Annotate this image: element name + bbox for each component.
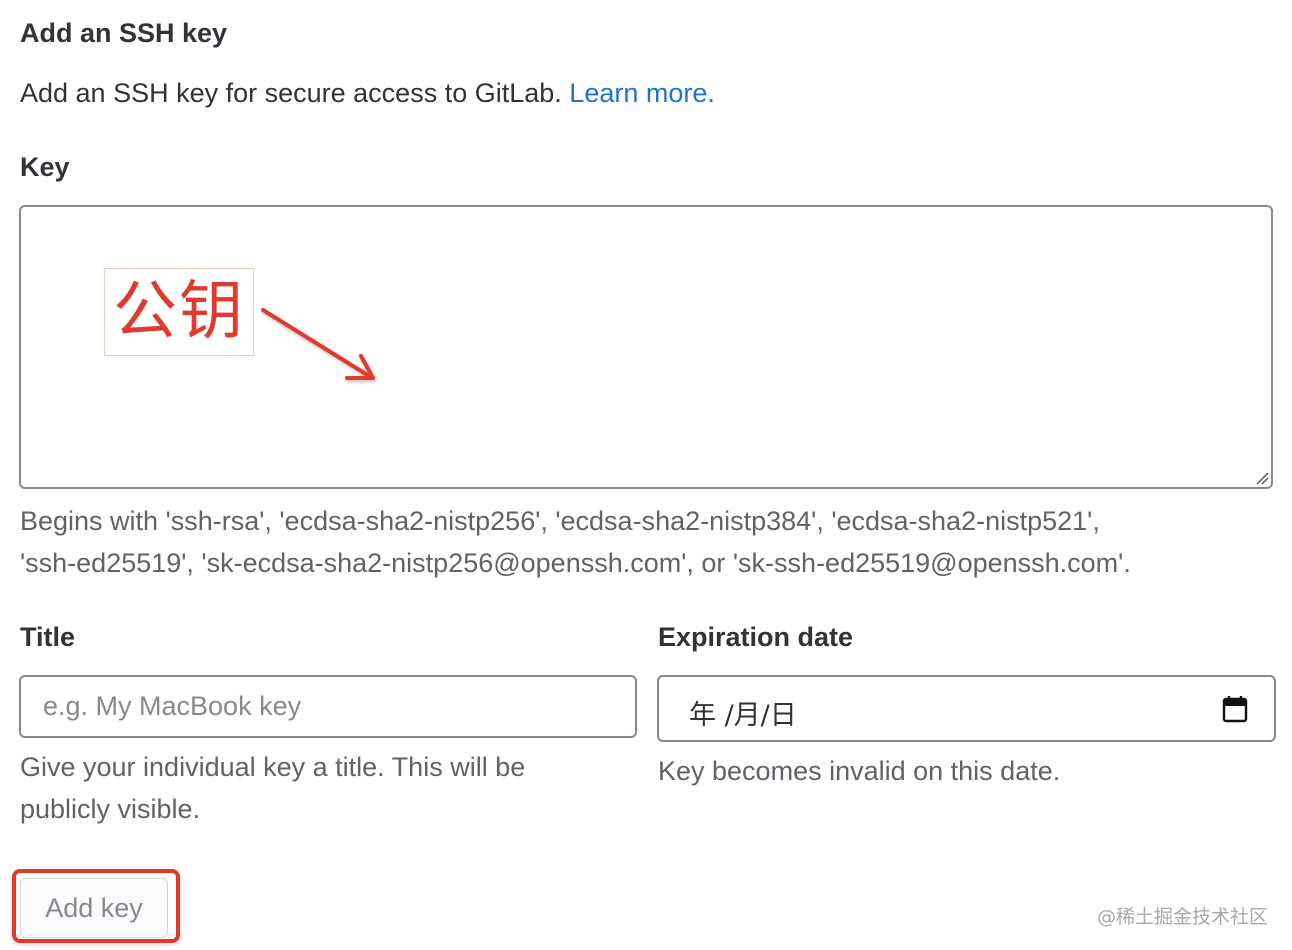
key-help-line-1: Begins with 'ssh-rsa', 'ecdsa-sha2-nistp… [20, 506, 1100, 536]
title-label: Title [20, 622, 76, 652]
title-help-text: Give your individual key a title. This w… [20, 746, 620, 830]
expiration-date-input[interactable]: 年 /月/日 [657, 675, 1276, 742]
intro-text: Add an SSH key for secure access to GitL… [20, 78, 562, 108]
add-key-button[interactable]: Add key [20, 878, 168, 938]
expiration-date-label: Expiration date [658, 622, 854, 652]
title-input[interactable] [19, 675, 637, 738]
section-intro: Add an SSH key for secure access to GitL… [20, 78, 715, 109]
section-heading: Add an SSH key [20, 18, 228, 48]
learn-more-link[interactable]: Learn more. [569, 78, 715, 108]
key-label: Key [20, 152, 70, 182]
key-help-text: Begins with 'ssh-rsa', 'ecdsa-sha2-nistp… [20, 500, 1280, 584]
date-placeholder: 年 /月/日 [689, 700, 797, 731]
title-help-line-1: Give your individual key a title. This w… [20, 752, 526, 782]
resize-grip-icon[interactable] [1255, 471, 1269, 485]
key-help-line-2: 'ssh-ed25519', 'sk-ecdsa-sha2-nistp256@o… [20, 548, 1131, 578]
title-help-line-2: publicly visible. [20, 794, 201, 824]
watermark: @稀土掘金技术社区 [1096, 906, 1268, 928]
annotation-arrow-icon [261, 308, 375, 380]
ssh-key-form-page: Add an SSH key Add an SSH key for secure… [0, 0, 1292, 950]
calendar-icon[interactable] [1222, 695, 1248, 723]
annotation-label: 公钥 [104, 268, 254, 356]
expiration-help-text: Key becomes invalid on this date. [658, 756, 1061, 786]
